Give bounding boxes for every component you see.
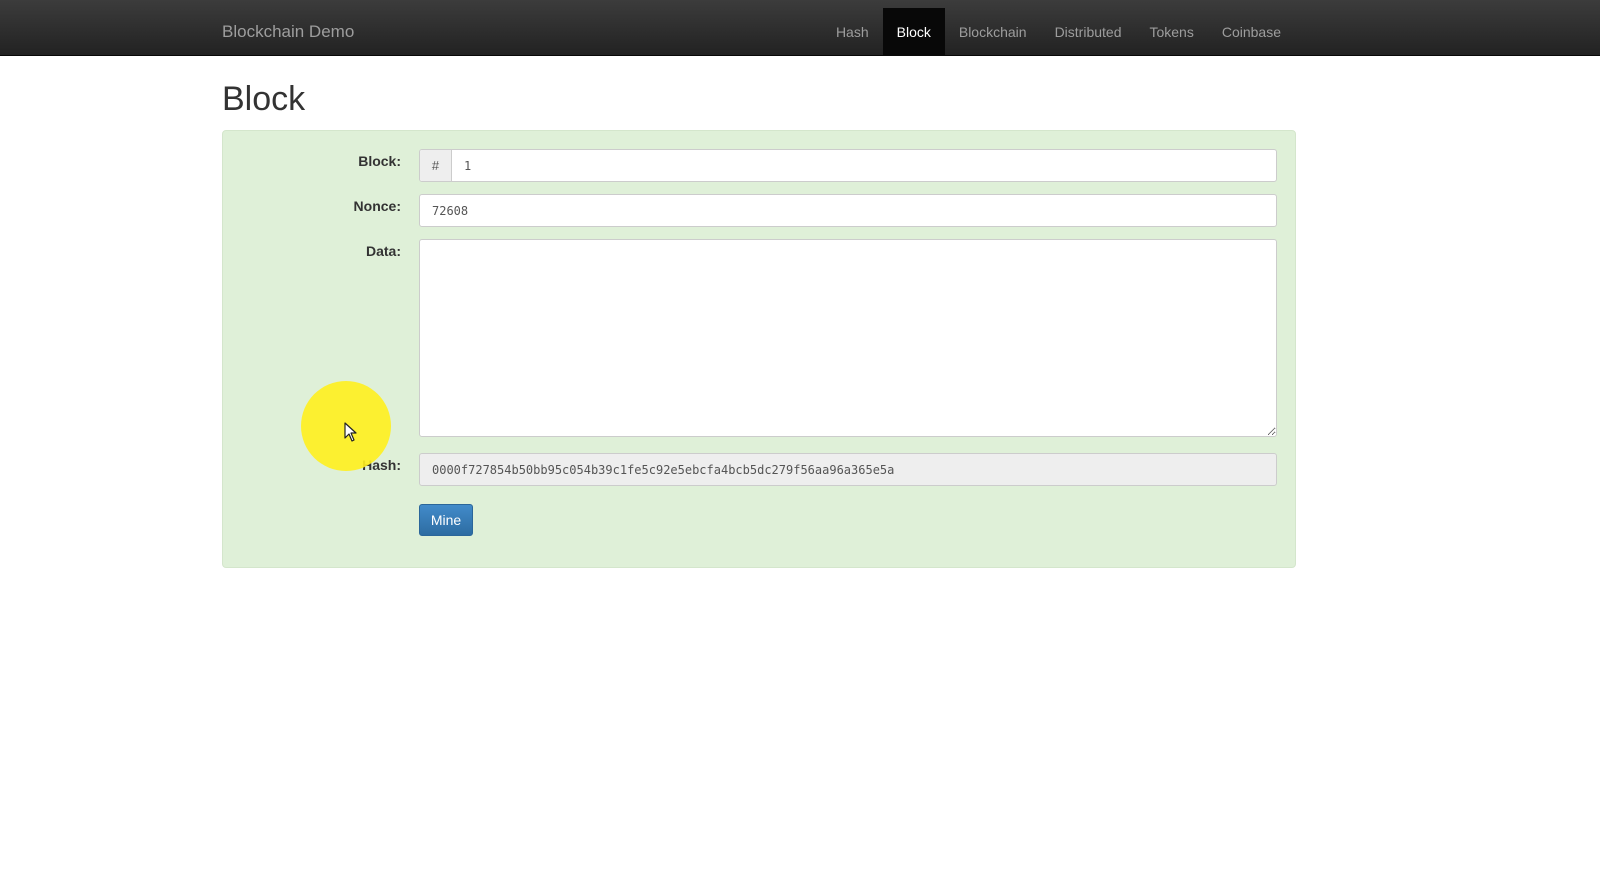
block-number-label: Block: bbox=[358, 153, 401, 169]
hash-sign-addon: # bbox=[420, 150, 452, 181]
brand-link[interactable]: Blockchain Demo bbox=[222, 0, 354, 56]
nav-item-block[interactable]: Block bbox=[882, 8, 945, 56]
block-number-group: # bbox=[419, 149, 1277, 182]
mine-button[interactable]: Mine bbox=[419, 504, 473, 536]
hash-label: Hash: bbox=[362, 457, 401, 473]
nav-menu: Hash Block Blockchain Distributed Tokens… bbox=[822, 8, 1295, 56]
nav-item-blockchain[interactable]: Blockchain bbox=[945, 8, 1041, 56]
hash-output bbox=[419, 453, 1277, 486]
nav-item-tokens[interactable]: Tokens bbox=[1135, 8, 1207, 56]
data-textarea[interactable] bbox=[419, 239, 1277, 437]
block-card: Block: # Nonce: Data: Hash: Mine bbox=[222, 130, 1296, 568]
data-label: Data: bbox=[365, 243, 401, 259]
navbar: Blockchain Demo Hash Block Blockchain Di… bbox=[0, 0, 1600, 56]
page-title: Block bbox=[222, 80, 306, 118]
nonce-label: Nonce: bbox=[353, 198, 401, 214]
block-number-input[interactable] bbox=[452, 150, 1276, 181]
nav-item-coinbase[interactable]: Coinbase bbox=[1208, 8, 1295, 56]
nav-item-hash[interactable]: Hash bbox=[822, 8, 883, 56]
nonce-input[interactable] bbox=[419, 194, 1277, 227]
nav-item-distributed[interactable]: Distributed bbox=[1041, 8, 1136, 56]
